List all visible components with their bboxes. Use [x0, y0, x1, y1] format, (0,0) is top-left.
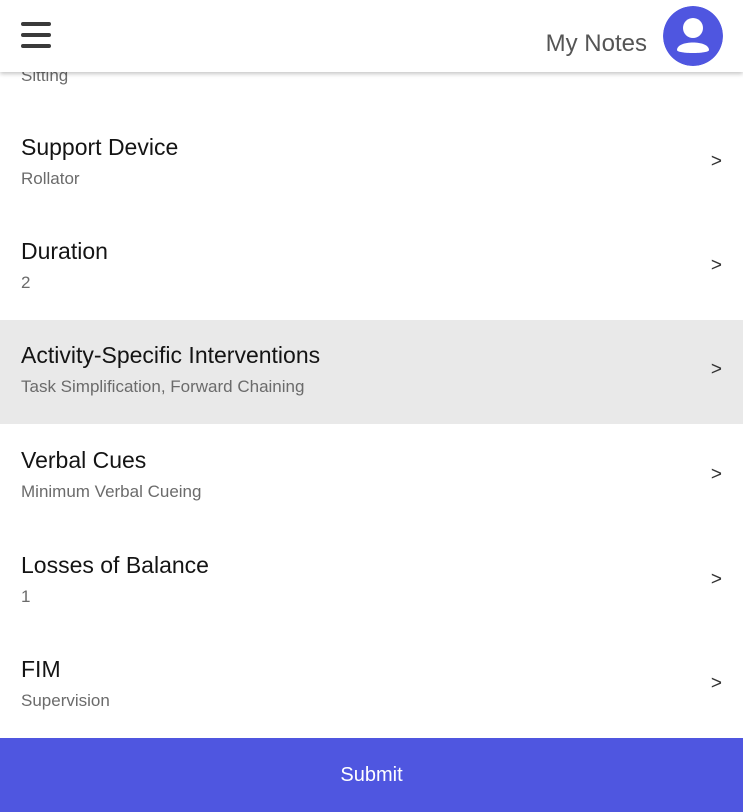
user-avatar-icon[interactable] — [663, 6, 723, 66]
submit-button[interactable]: Submit — [0, 738, 743, 812]
list-item-value: Supervision — [21, 691, 110, 710]
list-item-duration[interactable]: Duration 2 > — [0, 216, 743, 320]
list-item-title: FIM — [21, 656, 61, 682]
page-title: My Notes — [545, 30, 647, 57]
list-item-value: Rollator — [21, 169, 80, 188]
avatar-graphic — [663, 6, 723, 66]
list-item-value: 2 — [21, 273, 31, 292]
list-item-title: Losses of Balance — [21, 552, 209, 578]
list-item-support-device[interactable]: Support Device Rollator > — [0, 112, 743, 216]
notes-page: Sitting Support Device Rollator > Durati… — [0, 0, 743, 812]
menu-bar-line — [21, 22, 51, 26]
list-item-fim[interactable]: FIM Supervision > — [0, 634, 743, 738]
hamburger-menu-icon[interactable] — [21, 22, 53, 50]
list-item-title: Duration — [21, 238, 108, 264]
chevron-right-icon: > — [710, 255, 722, 276]
list-item-value: Task Simplification, Forward Chaining — [21, 377, 305, 396]
list-item-title: Support Device — [21, 134, 179, 160]
chevron-right-icon: > — [710, 359, 722, 380]
list-item-title: Verbal Cues — [21, 447, 147, 473]
menu-bar-line — [21, 44, 51, 48]
list-item-losses-of-balance[interactable]: Losses of Balance 1 > — [0, 530, 743, 634]
chevron-right-icon: > — [710, 464, 722, 485]
app-header: My Notes — [0, 0, 743, 72]
list-item-value: 1 — [21, 587, 31, 606]
menu-bar-line — [21, 33, 51, 37]
chevron-right-icon: > — [710, 673, 722, 694]
notes-list: Sitting Support Device Rollator > Durati… — [0, 0, 743, 738]
list-item-verbal-cues[interactable]: Verbal Cues Minimum Verbal Cueing > — [0, 425, 743, 529]
chevron-right-icon: > — [710, 151, 722, 172]
chevron-right-icon: > — [710, 569, 722, 590]
list-item-title: Activity-Specific Interventions — [21, 342, 321, 368]
list-item-value: Minimum Verbal Cueing — [21, 482, 202, 501]
list-item-activity-specific-interventions[interactable]: Activity-Specific Interventions Task Sim… — [0, 320, 743, 424]
